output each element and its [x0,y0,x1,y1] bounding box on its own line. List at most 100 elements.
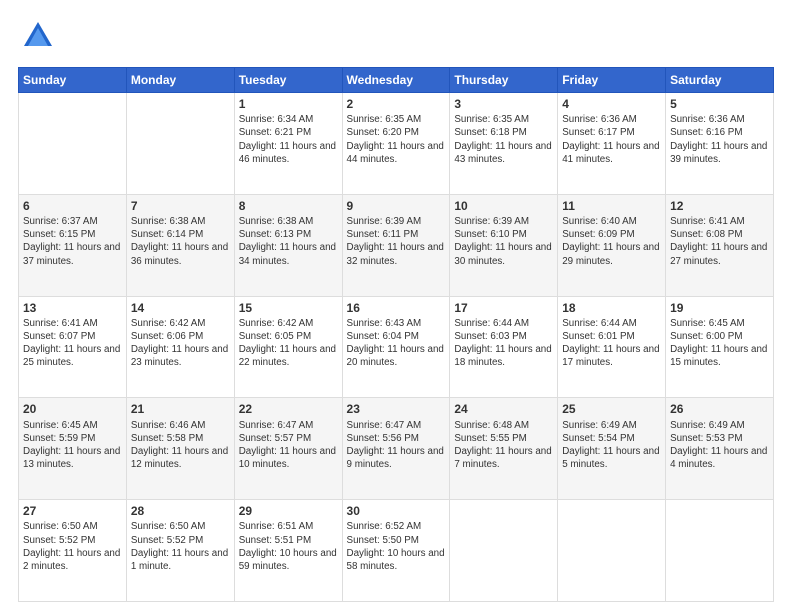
day-number: 17 [454,300,553,316]
calendar-cell [666,500,774,602]
day-number: 9 [347,198,446,214]
calendar-cell: 3Sunrise: 6:35 AM Sunset: 6:18 PM Daylig… [450,93,558,195]
logo-icon [20,18,56,59]
day-detail: Sunrise: 6:36 AM Sunset: 6:17 PM Dayligh… [562,113,661,166]
day-detail: Sunrise: 6:44 AM Sunset: 6:01 PM Dayligh… [562,317,661,370]
week-row-3: 13Sunrise: 6:41 AM Sunset: 6:07 PM Dayli… [19,296,774,398]
page: SundayMondayTuesdayWednesdayThursdayFrid… [0,0,792,612]
calendar-cell: 11Sunrise: 6:40 AM Sunset: 6:09 PM Dayli… [558,194,666,296]
calendar-cell: 18Sunrise: 6:44 AM Sunset: 6:01 PM Dayli… [558,296,666,398]
calendar-cell: 17Sunrise: 6:44 AM Sunset: 6:03 PM Dayli… [450,296,558,398]
day-number: 13 [23,300,122,316]
calendar-cell: 19Sunrise: 6:45 AM Sunset: 6:00 PM Dayli… [666,296,774,398]
day-number: 8 [239,198,338,214]
calendar-cell [450,500,558,602]
calendar-cell: 13Sunrise: 6:41 AM Sunset: 6:07 PM Dayli… [19,296,127,398]
day-number: 26 [670,401,769,417]
calendar-cell: 5Sunrise: 6:36 AM Sunset: 6:16 PM Daylig… [666,93,774,195]
day-detail: Sunrise: 6:35 AM Sunset: 6:18 PM Dayligh… [454,113,553,166]
day-detail: Sunrise: 6:34 AM Sunset: 6:21 PM Dayligh… [239,113,338,166]
day-number: 27 [23,503,122,519]
day-number: 23 [347,401,446,417]
calendar-cell: 12Sunrise: 6:41 AM Sunset: 6:08 PM Dayli… [666,194,774,296]
day-number: 29 [239,503,338,519]
calendar-cell: 6Sunrise: 6:37 AM Sunset: 6:15 PM Daylig… [19,194,127,296]
weekday-header-thursday: Thursday [450,68,558,93]
day-detail: Sunrise: 6:51 AM Sunset: 5:51 PM Dayligh… [239,520,338,573]
day-detail: Sunrise: 6:41 AM Sunset: 6:08 PM Dayligh… [670,215,769,268]
day-detail: Sunrise: 6:39 AM Sunset: 6:10 PM Dayligh… [454,215,553,268]
day-number: 1 [239,96,338,112]
day-detail: Sunrise: 6:46 AM Sunset: 5:58 PM Dayligh… [131,419,230,472]
calendar-cell [126,93,234,195]
day-number: 21 [131,401,230,417]
calendar-cell [558,500,666,602]
day-detail: Sunrise: 6:43 AM Sunset: 6:04 PM Dayligh… [347,317,446,370]
calendar-cell: 28Sunrise: 6:50 AM Sunset: 5:52 PM Dayli… [126,500,234,602]
calendar-cell [19,93,127,195]
day-number: 20 [23,401,122,417]
logo [18,18,62,59]
day-detail: Sunrise: 6:35 AM Sunset: 6:20 PM Dayligh… [347,113,446,166]
day-detail: Sunrise: 6:42 AM Sunset: 6:06 PM Dayligh… [131,317,230,370]
weekday-header-monday: Monday [126,68,234,93]
calendar-cell: 29Sunrise: 6:51 AM Sunset: 5:51 PM Dayli… [234,500,342,602]
calendar-cell: 7Sunrise: 6:38 AM Sunset: 6:14 PM Daylig… [126,194,234,296]
day-number: 16 [347,300,446,316]
day-number: 6 [23,198,122,214]
week-row-2: 6Sunrise: 6:37 AM Sunset: 6:15 PM Daylig… [19,194,774,296]
day-number: 15 [239,300,338,316]
calendar-cell: 10Sunrise: 6:39 AM Sunset: 6:10 PM Dayli… [450,194,558,296]
calendar-cell: 26 Sunrise: 6:49 AM Sunset: 5:53 PM Dayli… [666,398,774,500]
calendar-cell: 22 Sunrise: 6:47 AM Sunset: 5:57 PM Dayli… [234,398,342,500]
day-detail: Sunrise: 6:37 AM Sunset: 6:15 PM Dayligh… [23,215,122,268]
day-detail: Sunrise: 6:47 AM Sunset: 5:56 PM Dayligh… [347,419,446,472]
day-detail: Sunrise: 6:49 AM Sunset: 5:54 PM Dayligh… [562,419,661,472]
day-number: 18 [562,300,661,316]
day-detail: Sunrise: 6:38 AM Sunset: 6:13 PM Dayligh… [239,215,338,268]
day-detail: Sunrise: 6:41 AM Sunset: 6:07 PM Dayligh… [23,317,122,370]
calendar-cell: 4Sunrise: 6:36 AM Sunset: 6:17 PM Daylig… [558,93,666,195]
day-number: 11 [562,198,661,214]
day-detail: Sunrise: 6:36 AM Sunset: 6:16 PM Dayligh… [670,113,769,166]
day-number: 2 [347,96,446,112]
calendar-cell: 21 Sunrise: 6:46 AM Sunset: 5:58 PM Dayli… [126,398,234,500]
day-number: 3 [454,96,553,112]
calendar-cell: 8Sunrise: 6:38 AM Sunset: 6:13 PM Daylig… [234,194,342,296]
day-detail: Sunrise: 6:49 AM Sunset: 5:53 PM Dayligh… [670,419,769,472]
day-number: 30 [347,503,446,519]
week-row-5: 27 Sunrise: 6:50 AM Sunset: 5:52 PM Dayli… [19,500,774,602]
day-detail: Sunrise: 6:52 AM Sunset: 5:50 PM Dayligh… [347,520,446,573]
day-number: 5 [670,96,769,112]
day-number: 19 [670,300,769,316]
day-detail: Sunrise: 6:50 AM Sunset: 5:52 PM Dayligh… [131,520,230,573]
weekday-header-friday: Friday [558,68,666,93]
day-detail: Sunrise: 6:48 AM Sunset: 5:55 PM Dayligh… [454,419,553,472]
day-number: 22 [239,401,338,417]
day-detail: Sunrise: 6:42 AM Sunset: 6:05 PM Dayligh… [239,317,338,370]
calendar-cell: 2Sunrise: 6:35 AM Sunset: 6:20 PM Daylig… [342,93,450,195]
calendar-cell: 25 Sunrise: 6:49 AM Sunset: 5:54 PM Dayli… [558,398,666,500]
calendar-cell: 24Sunrise: 6:48 AM Sunset: 5:55 PM Dayli… [450,398,558,500]
weekday-header-row: SundayMondayTuesdayWednesdayThursdayFrid… [19,68,774,93]
calendar-cell: 15Sunrise: 6:42 AM Sunset: 6:05 PM Dayli… [234,296,342,398]
calendar-cell: 14Sunrise: 6:42 AM Sunset: 6:06 PM Dayli… [126,296,234,398]
calendar-cell: 20Sunrise: 6:45 AM Sunset: 5:59 PM Dayli… [19,398,127,500]
day-number: 4 [562,96,661,112]
header [18,18,774,59]
day-number: 28 [131,503,230,519]
day-number: 14 [131,300,230,316]
week-row-1: 1Sunrise: 6:34 AM Sunset: 6:21 PM Daylig… [19,93,774,195]
day-detail: Sunrise: 6:39 AM Sunset: 6:11 PM Dayligh… [347,215,446,268]
day-number: 7 [131,198,230,214]
weekday-header-sunday: Sunday [19,68,127,93]
weekday-header-saturday: Saturday [666,68,774,93]
calendar-cell: 30Sunrise: 6:52 AM Sunset: 5:50 PM Dayli… [342,500,450,602]
day-detail: Sunrise: 6:44 AM Sunset: 6:03 PM Dayligh… [454,317,553,370]
calendar-cell: 23 Sunrise: 6:47 AM Sunset: 5:56 PM Dayli… [342,398,450,500]
day-detail: Sunrise: 6:47 AM Sunset: 5:57 PM Dayligh… [239,419,338,472]
day-number: 25 [562,401,661,417]
calendar-cell: 1Sunrise: 6:34 AM Sunset: 6:21 PM Daylig… [234,93,342,195]
day-detail: Sunrise: 6:40 AM Sunset: 6:09 PM Dayligh… [562,215,661,268]
week-row-4: 20Sunrise: 6:45 AM Sunset: 5:59 PM Dayli… [19,398,774,500]
